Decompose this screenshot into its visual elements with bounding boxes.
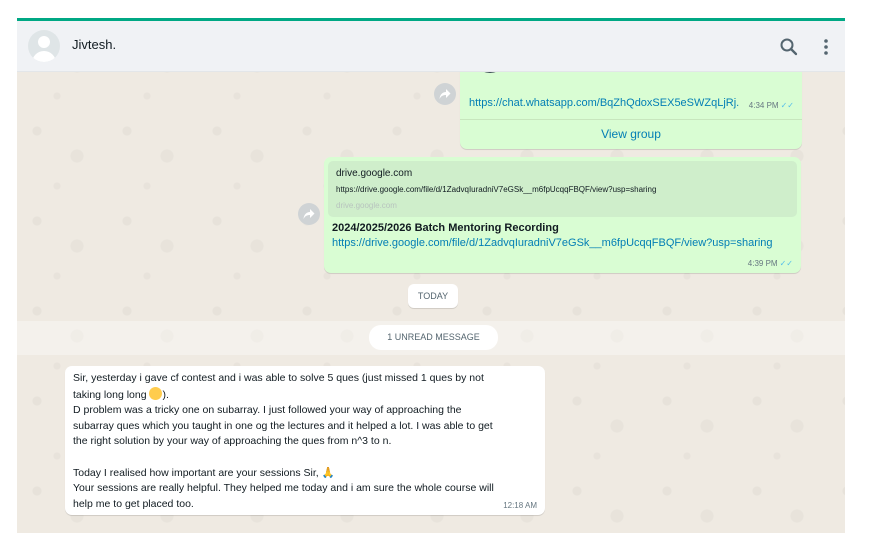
message-title: 2024/2025/2026 Batch Mentoring Recording bbox=[332, 222, 559, 234]
message-line: subarray ques which you taught in one og… bbox=[73, 419, 493, 432]
contact-avatar[interactable] bbox=[28, 30, 60, 62]
message-text: Sir, yesterday i gave cf contest and i w… bbox=[73, 371, 535, 512]
message-line: Today I realised how important are your … bbox=[73, 466, 335, 479]
message-list[interactable]: https://chat.whatsapp.com/BqZhQdoxSEX5eS… bbox=[17, 71, 845, 533]
group-invite-message[interactable]: https://chat.whatsapp.com/BqZhQdoxSEX5eS… bbox=[460, 71, 802, 149]
preview-site: drive.google.com bbox=[336, 201, 397, 210]
message-line: D problem was a tricky one on subarray. … bbox=[73, 404, 462, 417]
message-timestamp: 4:39 PM ✓✓ bbox=[748, 259, 793, 268]
incoming-message[interactable]: Sir, yesterday i gave cf contest and i w… bbox=[65, 366, 545, 515]
preview-url: https://drive.google.com/file/d/1ZadvqIu… bbox=[336, 185, 657, 194]
unread-divider: 1 UNREAD MESSAGE bbox=[17, 321, 845, 355]
date-separator: TODAY bbox=[408, 284, 458, 308]
avatar-head-shape bbox=[38, 36, 50, 48]
message-line: the right solution by your way of approa… bbox=[73, 435, 392, 448]
search-icon[interactable] bbox=[779, 37, 799, 57]
message-timestamp: 12:18 AM bbox=[503, 501, 537, 510]
divider bbox=[460, 119, 802, 120]
read-receipt-icon: ✓✓ bbox=[780, 101, 794, 110]
forward-arrow-glyph bbox=[439, 89, 451, 99]
message-line: help me to get placed too. bbox=[73, 497, 194, 510]
smiling-emoji-icon bbox=[149, 386, 163, 400]
message-link[interactable]: https://drive.google.com/file/d/1ZadvqIu… bbox=[332, 237, 773, 249]
view-group-button[interactable]: View group bbox=[460, 127, 802, 141]
timestamp-text: 4:39 PM bbox=[747, 259, 778, 268]
message-line: taking long long bbox=[73, 388, 150, 401]
message-timestamp: 4:34 PM ✓✓ bbox=[749, 101, 794, 110]
message-line: ). bbox=[162, 388, 169, 401]
link-preview-message[interactable]: drive.google.com https://drive.google.co… bbox=[324, 157, 801, 273]
whatsapp-chat-window: Jivtesh. https://chat.whatsapp.com/BqZhQ… bbox=[17, 18, 845, 533]
group-invite-link[interactable]: https://chat.whatsapp.com/BqZhQdoxSEX5eS… bbox=[469, 97, 745, 109]
forward-arrow-glyph bbox=[303, 209, 315, 219]
read-receipt-icon: ✓✓ bbox=[779, 259, 793, 268]
unread-count-badge: 1 UNREAD MESSAGE bbox=[369, 325, 498, 350]
forward-arrow-icon[interactable] bbox=[434, 83, 456, 105]
timestamp-text: 4:34 PM bbox=[748, 101, 779, 110]
more-vertical-icon[interactable] bbox=[821, 37, 831, 57]
message-line: Sir, yesterday i gave cf contest and i w… bbox=[73, 372, 484, 384]
link-preview-card[interactable]: drive.google.com https://drive.google.co… bbox=[328, 161, 797, 217]
chat-header: Jivtesh. bbox=[17, 21, 845, 72]
preview-domain: drive.google.com bbox=[336, 168, 413, 179]
message-line: Your sessions are really helpful. They h… bbox=[73, 482, 494, 495]
contact-name[interactable]: Jivtesh. bbox=[72, 37, 116, 52]
forward-arrow-icon[interactable] bbox=[298, 203, 320, 225]
avatar-body-shape bbox=[32, 51, 56, 62]
